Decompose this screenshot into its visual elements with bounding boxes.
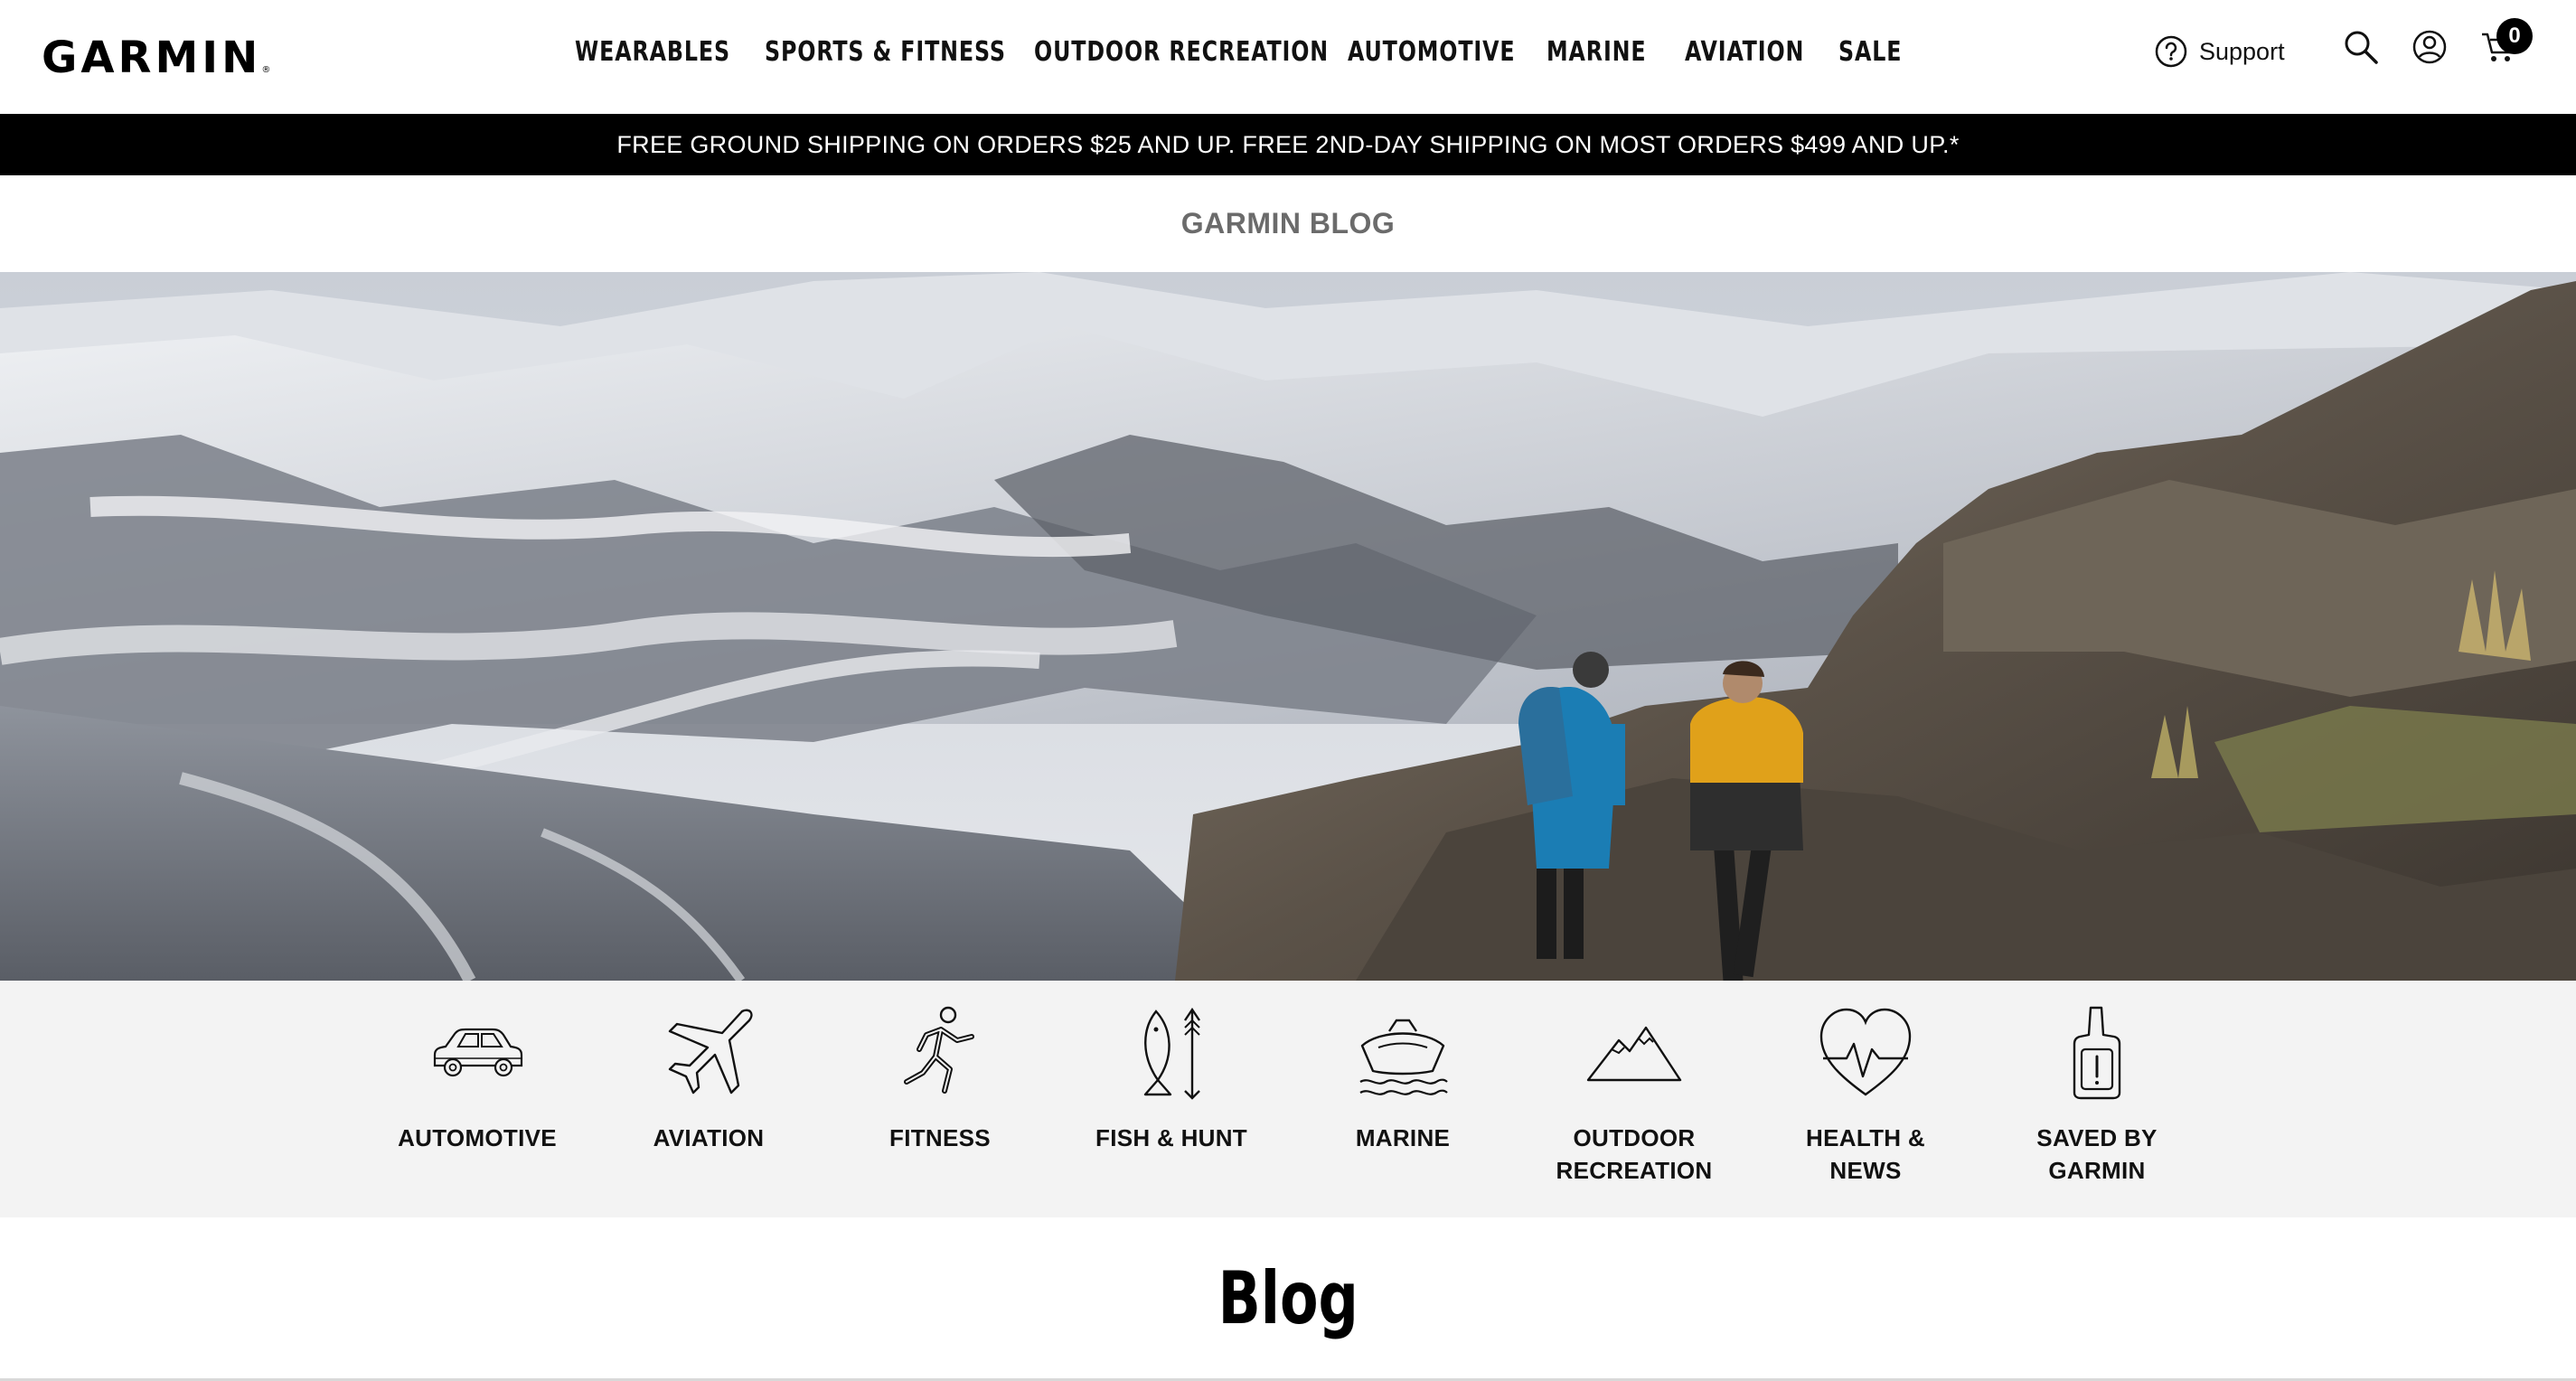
blog-heading-section: Blog [0, 1217, 2576, 1378]
blog-category-strip: AUTOMOTIVE AVIATION FITNESS FISH & HUNT [0, 981, 2576, 1217]
cart-count-badge: 0 [2496, 18, 2533, 54]
nav-sports-fitness[interactable]: SPORTS & FITNESS [765, 36, 1006, 68]
garmin-logo[interactable]: GARMIN® [42, 33, 270, 83]
search-icon[interactable] [2341, 27, 2381, 67]
nav-sale[interactable]: SALE [1838, 36, 1902, 68]
category-label: AUTOMOTIVE [398, 1124, 557, 1151]
category-aviation[interactable]: AVIATION [609, 1004, 808, 1154]
account-icon[interactable] [2410, 27, 2449, 67]
support-link[interactable]: Support [2154, 34, 2285, 69]
question-circle-icon [2155, 35, 2187, 68]
nav-marine[interactable]: MARINE [1547, 36, 1647, 68]
garmin-blog-label[interactable]: GARMIN BLOG [0, 175, 2576, 272]
mountain-icon [1586, 1026, 1682, 1082]
logo-registered-mark: ® [261, 65, 271, 75]
category-fish-hunt[interactable]: FISH & HUNT [1072, 1004, 1271, 1154]
inreach-device-icon [2073, 1006, 2121, 1100]
category-label: MARINE [1355, 1124, 1451, 1151]
shipping-promo-text: FREE GROUND SHIPPING ON ORDERS $25 AND U… [616, 130, 1960, 158]
shipping-promo-bar[interactable]: FREE GROUND SHIPPING ON ORDERS $25 AND U… [0, 114, 2576, 175]
category-label: HEALTH & NEWS [1806, 1124, 1925, 1184]
category-label: FISH & HUNT [1095, 1124, 1247, 1151]
airplane-icon [668, 1009, 753, 1094]
hero-image [0, 272, 2576, 981]
category-label: SAVED BY GARMIN [2036, 1124, 2158, 1184]
car-icon [433, 1028, 523, 1077]
heart-pulse-icon [1819, 1008, 1912, 1096]
category-health-news[interactable]: HEALTH & NEWS [1766, 1004, 1965, 1187]
category-saved-by-garmin[interactable]: SAVED BY GARMIN [1998, 1004, 2196, 1187]
category-automotive[interactable]: AUTOMOTIVE [378, 1004, 577, 1154]
category-fitness[interactable]: FITNESS [841, 1004, 1039, 1154]
page-title: Blog [1217, 1255, 1359, 1340]
fish-arrow-icon [1143, 1007, 1200, 1100]
hero-mountain-hikers-image [0, 272, 2576, 981]
category-label: AVIATION [653, 1124, 765, 1151]
category-marine[interactable]: MARINE [1303, 1004, 1502, 1154]
category-label: FITNESS [889, 1124, 991, 1151]
category-outdoor-recreation[interactable]: OUTDOOR RECREATION [1535, 1004, 1734, 1187]
nav-automotive[interactable]: AUTOMOTIVE [1348, 36, 1516, 68]
site-header: GARMIN® WEARABLES SPORTS & FITNESS OUTDO… [0, 0, 2576, 114]
nav-aviation[interactable]: AVIATION [1685, 36, 1804, 68]
runner-icon [904, 1006, 974, 1094]
nav-wearables[interactable]: WEARABLES [575, 36, 730, 68]
logo-text: GARMIN [42, 33, 262, 83]
nav-outdoor-recreation[interactable]: OUTDOOR RECREATION [1034, 36, 1329, 68]
support-label: Support [2199, 37, 2285, 65]
category-label: OUTDOOR RECREATION [1556, 1124, 1713, 1184]
boat-icon [1359, 1019, 1448, 1095]
